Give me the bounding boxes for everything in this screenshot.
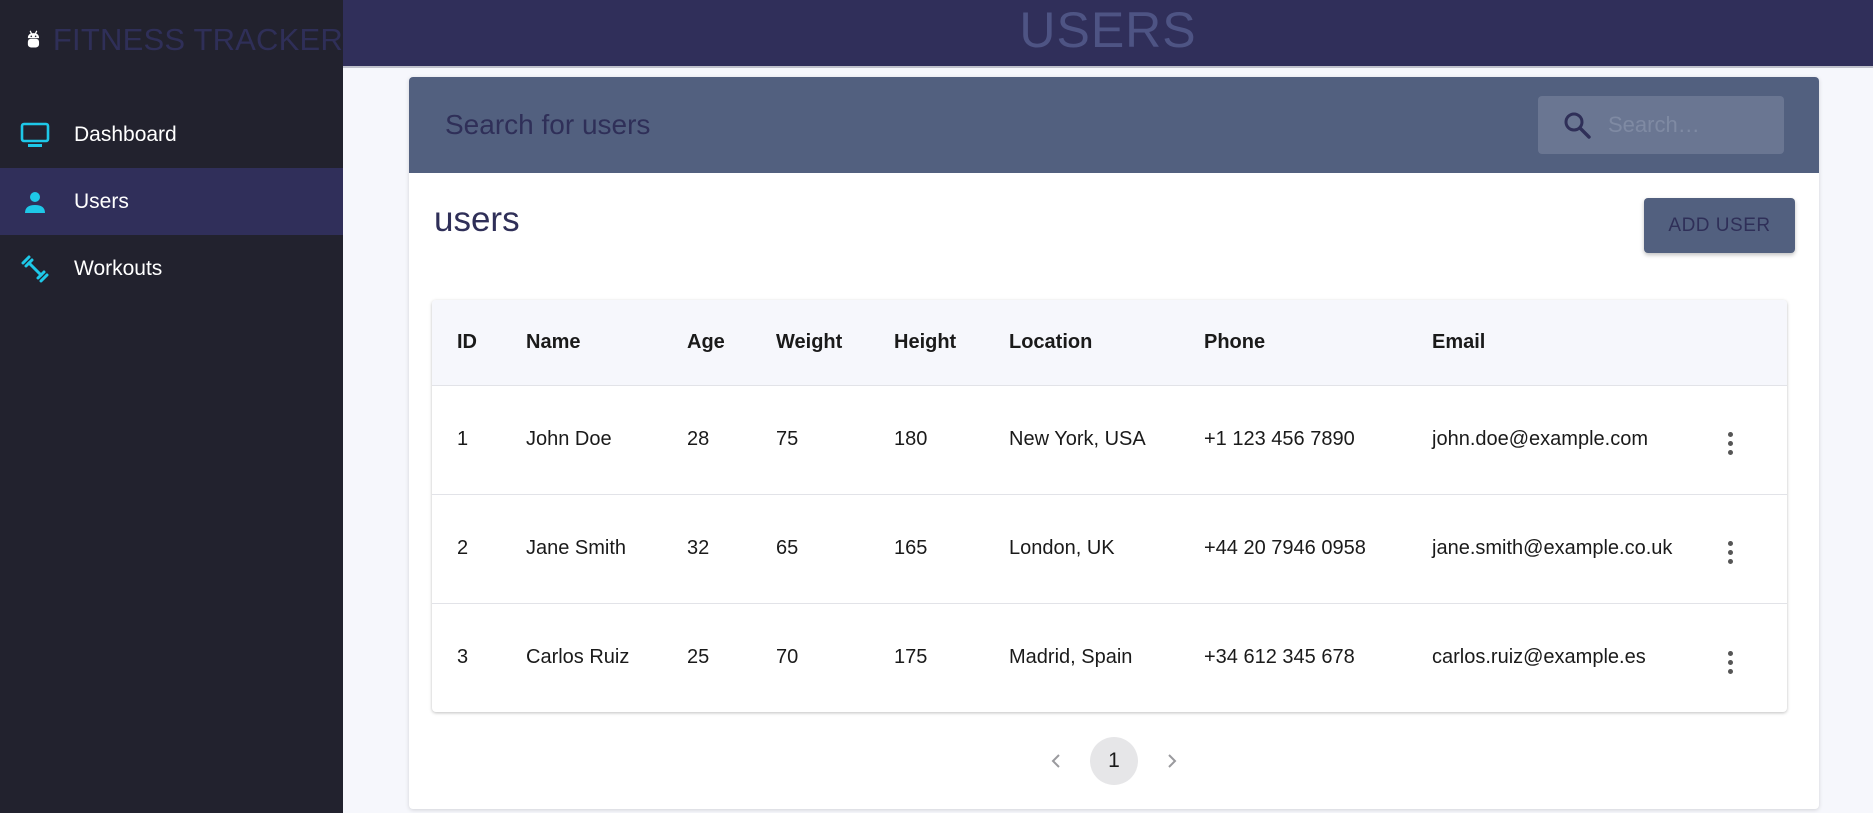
cell-location: New York, USA bbox=[1009, 385, 1204, 495]
search-header: Search for users bbox=[409, 77, 1819, 173]
more-vert-icon[interactable] bbox=[1718, 647, 1742, 677]
cell-email: carlos.ruiz@example.es bbox=[1432, 646, 1646, 669]
cell-actions bbox=[1718, 385, 1787, 495]
pagination: 1 bbox=[409, 737, 1819, 785]
search-heading: Search for users bbox=[445, 109, 651, 140]
cell-name: John Doe bbox=[526, 385, 687, 495]
android-robot-icon bbox=[27, 30, 40, 48]
dumbbell-icon bbox=[20, 254, 50, 284]
cell-phone: +44 20 7946 0958 bbox=[1204, 494, 1432, 604]
brand[interactable]: FITNESS TRACKER bbox=[0, 0, 343, 80]
cell-weight: 75 bbox=[776, 385, 894, 495]
column-header-actions bbox=[1718, 300, 1787, 386]
sidebar: FITNESS TRACKER Dashboard Users Workouts bbox=[0, 0, 343, 813]
column-header-age[interactable]: Age bbox=[687, 300, 776, 386]
users-card: Search for users users ADD USER ID Name … bbox=[409, 77, 1819, 809]
column-header-weight[interactable]: Weight bbox=[776, 300, 894, 386]
cell-name: Carlos Ruiz bbox=[526, 646, 630, 669]
cell-height: 180 bbox=[894, 385, 1009, 495]
sidebar-nav: Dashboard Users Workouts bbox=[0, 101, 343, 302]
column-header-email[interactable]: Email bbox=[1432, 300, 1718, 386]
cell-name: Jane Smith bbox=[526, 494, 687, 604]
cell-phone: +34 612 345 678 bbox=[1204, 646, 1355, 669]
more-vert-icon[interactable] bbox=[1718, 538, 1742, 568]
sidebar-item-workouts[interactable]: Workouts bbox=[0, 235, 343, 302]
cell-weight: 65 bbox=[776, 494, 894, 604]
table-row: 1 John Doe 28 75 180 New York, USA +1 12… bbox=[432, 385, 1787, 495]
search-icon bbox=[1564, 112, 1591, 139]
sidebar-item-dashboard[interactable]: Dashboard bbox=[0, 101, 343, 168]
cell-actions bbox=[1718, 603, 1787, 712]
cell-actions bbox=[1718, 494, 1787, 604]
cell-id: 2 bbox=[432, 494, 526, 604]
column-header-location[interactable]: Location bbox=[1009, 300, 1204, 386]
cell-id: 1 bbox=[432, 385, 526, 495]
sidebar-item-users[interactable]: Users bbox=[0, 168, 343, 235]
cell-phone: +1 123 456 7890 bbox=[1204, 385, 1432, 495]
table-row: 3 Carlos Ruiz 25 70 175 Madrid, Spain +3… bbox=[432, 603, 1787, 712]
table-header-row: ID Name Age Weight Height Location Phone… bbox=[432, 300, 1787, 386]
column-header-phone[interactable]: Phone bbox=[1204, 300, 1432, 386]
monitor-icon bbox=[20, 120, 50, 150]
cell-height: 175 bbox=[894, 646, 928, 669]
chevron-right-icon bbox=[1168, 754, 1177, 768]
next-page-button[interactable] bbox=[1152, 741, 1192, 781]
section-title: users bbox=[434, 200, 520, 239]
top-app-bar: USERS bbox=[343, 0, 1873, 68]
column-header-name[interactable]: Name bbox=[526, 300, 687, 386]
sidebar-item-label: Users bbox=[74, 189, 129, 213]
cell-location: London, UK bbox=[1009, 494, 1204, 604]
cell-age: 25 bbox=[687, 646, 710, 669]
cell-id: 3 bbox=[457, 646, 469, 669]
cell-weight: 70 bbox=[776, 646, 799, 669]
sidebar-item-label: Dashboard bbox=[74, 122, 177, 146]
users-table: ID Name Age Weight Height Location Phone… bbox=[432, 300, 1787, 712]
column-header-id[interactable]: ID bbox=[432, 300, 526, 386]
table-row: 2 Jane Smith 32 65 165 London, UK +44 20… bbox=[432, 494, 1787, 604]
cell-height: 165 bbox=[894, 494, 1009, 604]
previous-page-button[interactable] bbox=[1036, 741, 1076, 781]
search-box[interactable] bbox=[1538, 96, 1784, 154]
search-input[interactable] bbox=[1608, 112, 1768, 138]
page-title: USERS bbox=[1019, 2, 1197, 58]
cell-email: jane.smith@example.co.uk bbox=[1432, 494, 1718, 604]
sidebar-item-label: Workouts bbox=[74, 256, 163, 280]
cell-age: 32 bbox=[687, 494, 776, 604]
add-user-button[interactable]: ADD USER bbox=[1644, 198, 1795, 253]
more-vert-icon[interactable] bbox=[1718, 429, 1742, 459]
cell-location: Madrid, Spain bbox=[1009, 646, 1133, 669]
page-button[interactable]: 1 bbox=[1090, 737, 1138, 785]
cell-age: 28 bbox=[687, 385, 776, 495]
cell-email: john.doe@example.com bbox=[1432, 385, 1718, 495]
chevron-left-icon bbox=[1051, 754, 1060, 768]
column-header-height[interactable]: Height bbox=[894, 300, 1009, 386]
person-icon bbox=[20, 187, 50, 217]
app-title: FITNESS TRACKER bbox=[52, 22, 343, 57]
